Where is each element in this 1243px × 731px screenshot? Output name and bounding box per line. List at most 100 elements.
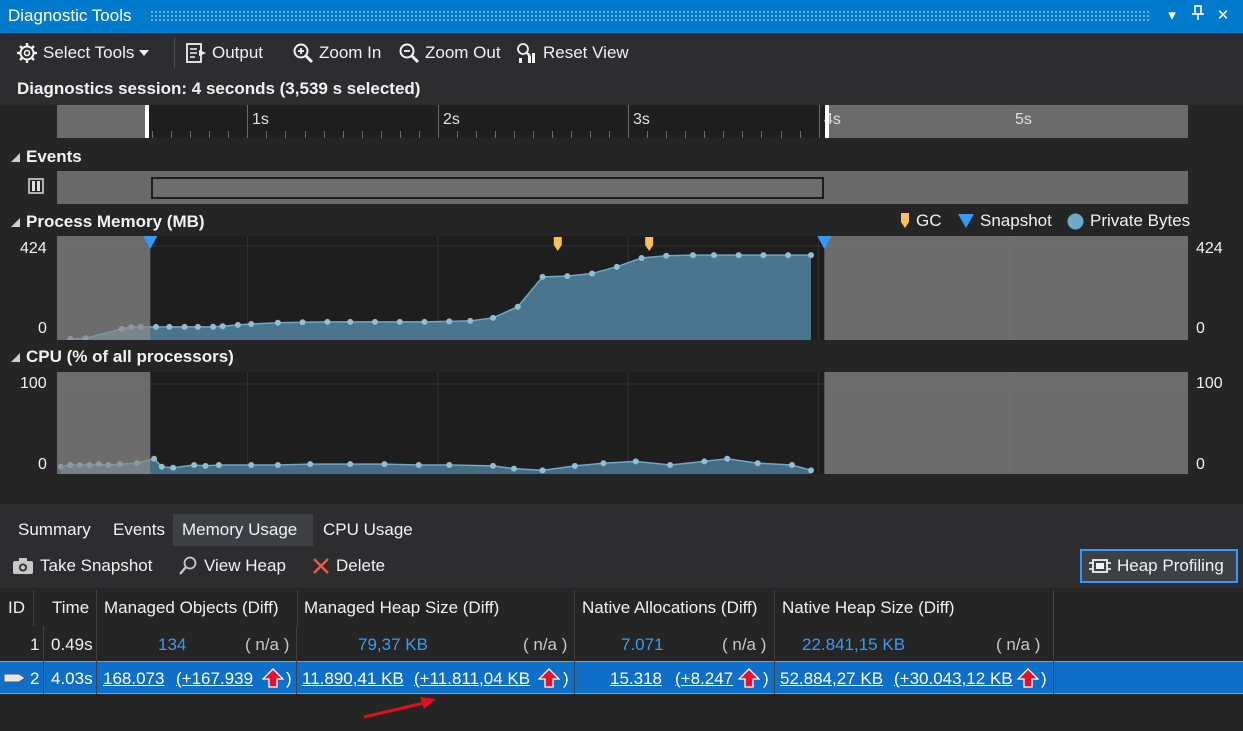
- ruler-tick: [133, 131, 135, 138]
- data-point: [181, 323, 188, 330]
- current-row-arrow-icon: [4, 673, 26, 683]
- cell-managed-heap-size[interactable]: 79,37 KB: [358, 628, 428, 661]
- ruler-tick: [552, 131, 554, 138]
- zoom-out-label: Zoom Out: [425, 43, 501, 62]
- column-divider: [574, 626, 575, 694]
- memory-y-max-right: 424: [1196, 240, 1223, 257]
- ruler-tick: [1161, 131, 1163, 138]
- cell-native-heap-diff[interactable]: (+30.043,12 KB: [894, 662, 1013, 695]
- close-button[interactable]: ✕: [1212, 5, 1234, 27]
- events-section-header[interactable]: Events: [11, 147, 82, 167]
- tab-memory-usage[interactable]: Memory Usage: [173, 514, 313, 546]
- data-point: [274, 319, 281, 326]
- ruler-tick: [647, 131, 649, 138]
- cpu-y-min-left: 0: [38, 456, 47, 473]
- memory-section-header[interactable]: Process Memory (MB): [11, 212, 205, 232]
- table-row-selected[interactable]: 2 4.03s 168.073 (+167.939 ) 11.890,41 KB…: [0, 661, 1243, 694]
- gc-marker-icon: [901, 213, 909, 228]
- ruler-major-tick: [1009, 105, 1011, 138]
- pause-icon[interactable]: [28, 178, 44, 199]
- ruler-tick: [742, 131, 744, 138]
- ruler-tick: [666, 131, 668, 138]
- delete-button[interactable]: Delete: [312, 556, 385, 576]
- tab-summary[interactable]: Summary: [9, 514, 100, 546]
- cell-managed-heap-diff: ( n/a ): [523, 635, 568, 654]
- data-point: [151, 455, 158, 462]
- ruler-tick: [95, 131, 97, 138]
- select-tools-button[interactable]: Select Tools: [16, 42, 150, 64]
- reset-view-button[interactable]: Reset View: [516, 42, 629, 64]
- column-header-native-heap-size[interactable]: Native Heap Size (Diff): [774, 590, 1054, 626]
- data-point: [490, 314, 497, 321]
- view-heap-button[interactable]: View Heap: [178, 556, 286, 576]
- cell-managed-objects[interactable]: 168.073: [103, 662, 164, 695]
- data-point: [788, 462, 795, 468]
- pane-splitter[interactable]: [0, 504, 1243, 514]
- data-point: [415, 462, 422, 468]
- tab-cpu-usage[interactable]: CPU Usage: [314, 514, 422, 546]
- zoom-out-button[interactable]: Zoom Out: [398, 42, 501, 64]
- cell-managed-heap-diff[interactable]: (+11.811,04 KB: [414, 662, 530, 695]
- collapse-triangle-icon: [11, 152, 20, 162]
- column-header-id[interactable]: ID: [0, 590, 34, 626]
- column-header-native-allocations[interactable]: Native Allocations (Diff): [574, 590, 775, 626]
- pin-button[interactable]: [1187, 5, 1209, 27]
- memory-y-min-right: 0: [1196, 320, 1205, 337]
- data-point: [701, 458, 708, 465]
- cell-native-heap-size[interactable]: 22.841,15 KB: [802, 628, 905, 661]
- data-point: [446, 318, 453, 325]
- cell-time: 4.03s: [51, 669, 93, 688]
- timeline-ruler[interactable]: 1s 2s 3s 4s 5s: [57, 105, 1188, 138]
- ruler-tick: [951, 131, 953, 138]
- ruler-tick: [152, 131, 154, 138]
- cpu-y-max-left: 100: [20, 375, 47, 392]
- cell-native-allocations[interactable]: 7.071: [621, 628, 664, 661]
- table-row[interactable]: 1 0.49s 134 ( n/a ) 79,37 KB ( n/a ) 7.0…: [0, 628, 1243, 661]
- events-track[interactable]: [57, 171, 1188, 204]
- output-button[interactable]: Output: [185, 42, 263, 64]
- cell-close-paren: ): [286, 669, 292, 688]
- cell-native-heap-size[interactable]: 52.884,27 KB: [780, 662, 883, 695]
- cell-managed-objects[interactable]: 134: [158, 628, 186, 661]
- session-summary: Diagnostics session: 4 seconds (3,539 s …: [17, 79, 421, 98]
- data-point: [299, 319, 306, 326]
- tab-events[interactable]: Events: [104, 514, 174, 546]
- cpu-section-header[interactable]: CPU (% of all processors): [11, 347, 234, 367]
- selection-start-handle[interactable]: [145, 105, 149, 138]
- data-point: [571, 462, 578, 469]
- cell-native-allocations[interactable]: 15.318: [610, 662, 662, 695]
- ruler-tick: [932, 131, 934, 138]
- ruler-tick: [190, 131, 192, 138]
- ruler-tick: [1123, 131, 1125, 138]
- selection-end-handle[interactable]: [825, 105, 829, 138]
- take-snapshot-button[interactable]: Take Snapshot: [12, 556, 152, 576]
- column-divider: [96, 626, 97, 694]
- title-bar-grip[interactable]: [150, 10, 1150, 22]
- ruler-major-tick: [247, 105, 249, 138]
- column-header-managed-objects[interactable]: Managed Objects (Diff): [96, 590, 298, 626]
- zoom-in-button[interactable]: Zoom In: [292, 42, 381, 64]
- ruler-label: 3s: [633, 111, 650, 128]
- cell-managed-heap-size[interactable]: 11.890,41 KB: [302, 662, 404, 695]
- cell-native-allocations-diff[interactable]: (+8.247: [675, 662, 733, 695]
- cell-managed-objects-diff[interactable]: (+167.939: [176, 662, 253, 695]
- ruler-major-tick: [818, 105, 820, 138]
- increase-arrow-icon: [1017, 668, 1039, 688]
- collapse-triangle-icon: [11, 217, 20, 227]
- column-header-time[interactable]: Time: [44, 590, 97, 626]
- legend-private-bytes: Private Bytes: [1067, 211, 1190, 231]
- memory-chart[interactable]: [57, 236, 1188, 340]
- heap-profiling-toggle[interactable]: Heap Profiling: [1080, 549, 1238, 583]
- column-header-managed-heap-size[interactable]: Managed Heap Size (Diff): [296, 590, 575, 626]
- legend-private-bytes-label: Private Bytes: [1090, 211, 1191, 230]
- ruler-tick: [837, 131, 839, 138]
- ruler-tick: [456, 131, 458, 138]
- cpu-chart[interactable]: [57, 372, 1188, 474]
- column-divider: [774, 626, 775, 694]
- ruler-tick: [1066, 131, 1068, 138]
- cpu-y-min-right: 0: [1196, 456, 1205, 473]
- increase-arrow-icon: [262, 668, 284, 688]
- unselected-region-left: [57, 372, 151, 474]
- window-menu-button[interactable]: ▾: [1161, 5, 1183, 27]
- data-point: [490, 462, 497, 469]
